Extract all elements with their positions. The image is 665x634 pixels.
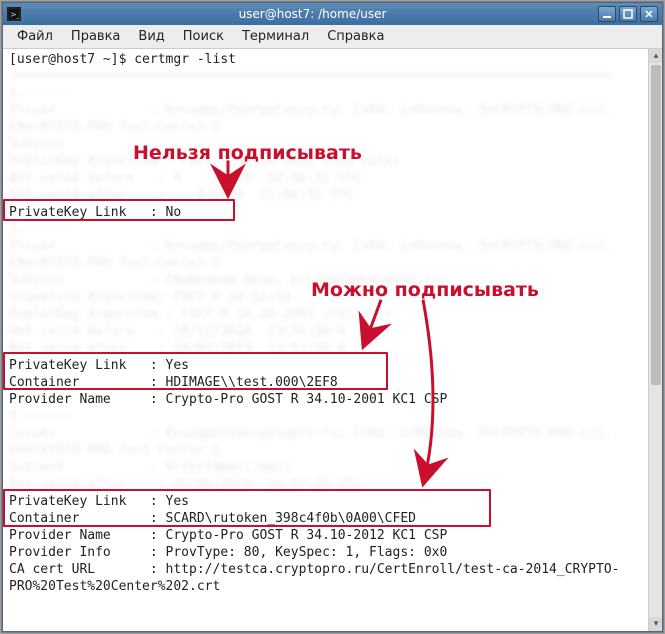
cert3-ca-url2: PRO%20Test%20Center%202.crt: [9, 578, 644, 595]
cert2-container: Container : HDIMAGE\\test.000\2EF8: [9, 374, 644, 391]
output-line: Subject : E=test@mail.mail: [9, 459, 644, 476]
cert2-provider: Provider Name : Crypto-Pro GOST R 34.10-…: [9, 391, 644, 408]
window-controls: [598, 6, 658, 22]
cert3-privatekey-link: PrivateKey Link : Yes: [9, 493, 644, 510]
output-line: CN=CRYPTO-PRO Test Center 2: [9, 255, 644, 272]
terminal-icon: >_: [7, 7, 21, 21]
menu-search[interactable]: Поиск: [175, 27, 232, 46]
command: certmgr -list: [134, 52, 236, 67]
output-line: Signature Algorithm: ГОСТ Р 34.11/34.: [9, 289, 644, 306]
terminal-body: [user@host7 ~]$ certmgr -list ==========…: [3, 49, 648, 631]
prompt-line: [user@host7 ~]$ certmgr -list: [9, 51, 644, 68]
output-line: PublicKey Algorithm : ГОСТ Р 34.10-2001 …: [9, 306, 644, 323]
output-line: Subject: [9, 136, 644, 153]
prompt: [user@host7 ~]$: [9, 52, 134, 67]
scroll-thumb[interactable]: [651, 65, 661, 385]
output-line: ========================================…: [9, 68, 644, 85]
terminal-area[interactable]: ▴ ▾ [user@host7 ~]$ certmgr -list ======…: [3, 49, 662, 631]
titlebar[interactable]: >_ user@host7: /home/user: [3, 3, 662, 25]
output-line: Issuer : E=support@cryptopro.ru, C=RU, L…: [9, 425, 644, 442]
output-line: Not valid after : 8/2019 11:06:32 UTC: [9, 187, 644, 204]
cert1-privatekey-link: PrivateKey Link : No: [9, 204, 644, 221]
menu-edit[interactable]: Правка: [63, 27, 128, 46]
cert2-privatekey-link: PrivateKey Link : Yes: [9, 357, 644, 374]
output-line: Subject : CN=Иванов Иван, E=lepata@basea…: [9, 272, 644, 289]
maximize-button[interactable]: [619, 6, 637, 22]
menu-terminal[interactable]: Терминал: [234, 27, 317, 46]
cert3-ca-url: CA cert URL : http://testca.cryptopro.ru…: [9, 561, 644, 578]
output-line: Issuer : E=support@cryptopro.ru, C=RU, L…: [9, 102, 644, 119]
cert3-container: Container : SCARD\rutoken_398c4f0b\0A00\…: [9, 510, 644, 527]
svg-text:>_: >_: [10, 10, 19, 19]
terminal-window: >_ user@host7: /home/user Файл Правка Ви…: [2, 2, 663, 632]
output-line: 2-------: [9, 221, 644, 238]
output-line: Issuer : E=support@cryptopro.ru, C=RU, L…: [9, 238, 644, 255]
cert3-provider: Provider Name : Crypto-Pro GOST R 34.10-…: [9, 527, 644, 544]
menu-view[interactable]: Вид: [130, 27, 172, 46]
output-line: CN=CRYPTO-PRO Test Center 2: [9, 119, 644, 136]
menu-help[interactable]: Справка: [319, 27, 392, 46]
output-line: CN=CRYPTO-PRO Test Center 2: [9, 442, 644, 459]
output-line: 1-------: [9, 85, 644, 102]
output-line: Not valid after : 05/06/2019 10:07:48 UT…: [9, 476, 644, 493]
scroll-down-button[interactable]: ▾: [649, 617, 662, 631]
scrollbar[interactable]: ▴ ▾: [648, 49, 662, 631]
output-line: Not valid before : 0 /2019 10:56:32 UTC: [9, 170, 644, 187]
output-line: PublicKey Algorithm : ГОСТ 34.10-2012 (5…: [9, 153, 644, 170]
scroll-up-button[interactable]: ▴: [649, 49, 662, 63]
output-line: Not valid before : 18/12/2018 13:41:38 U: [9, 323, 644, 340]
window-title: user@host7: /home/user: [27, 7, 598, 21]
close-button[interactable]: [640, 6, 658, 22]
menubar: Файл Правка Вид Поиск Терминал Справка: [3, 25, 662, 49]
output-line: 3-------: [9, 408, 644, 425]
output-line: Not valid after : 18/03/2019 13:51:38 U: [9, 340, 644, 357]
menu-file[interactable]: Файл: [9, 27, 61, 46]
cert3-provider-info: Provider Info : ProvType: 80, KeySpec: 1…: [9, 544, 644, 561]
minimize-button[interactable]: [598, 6, 616, 22]
